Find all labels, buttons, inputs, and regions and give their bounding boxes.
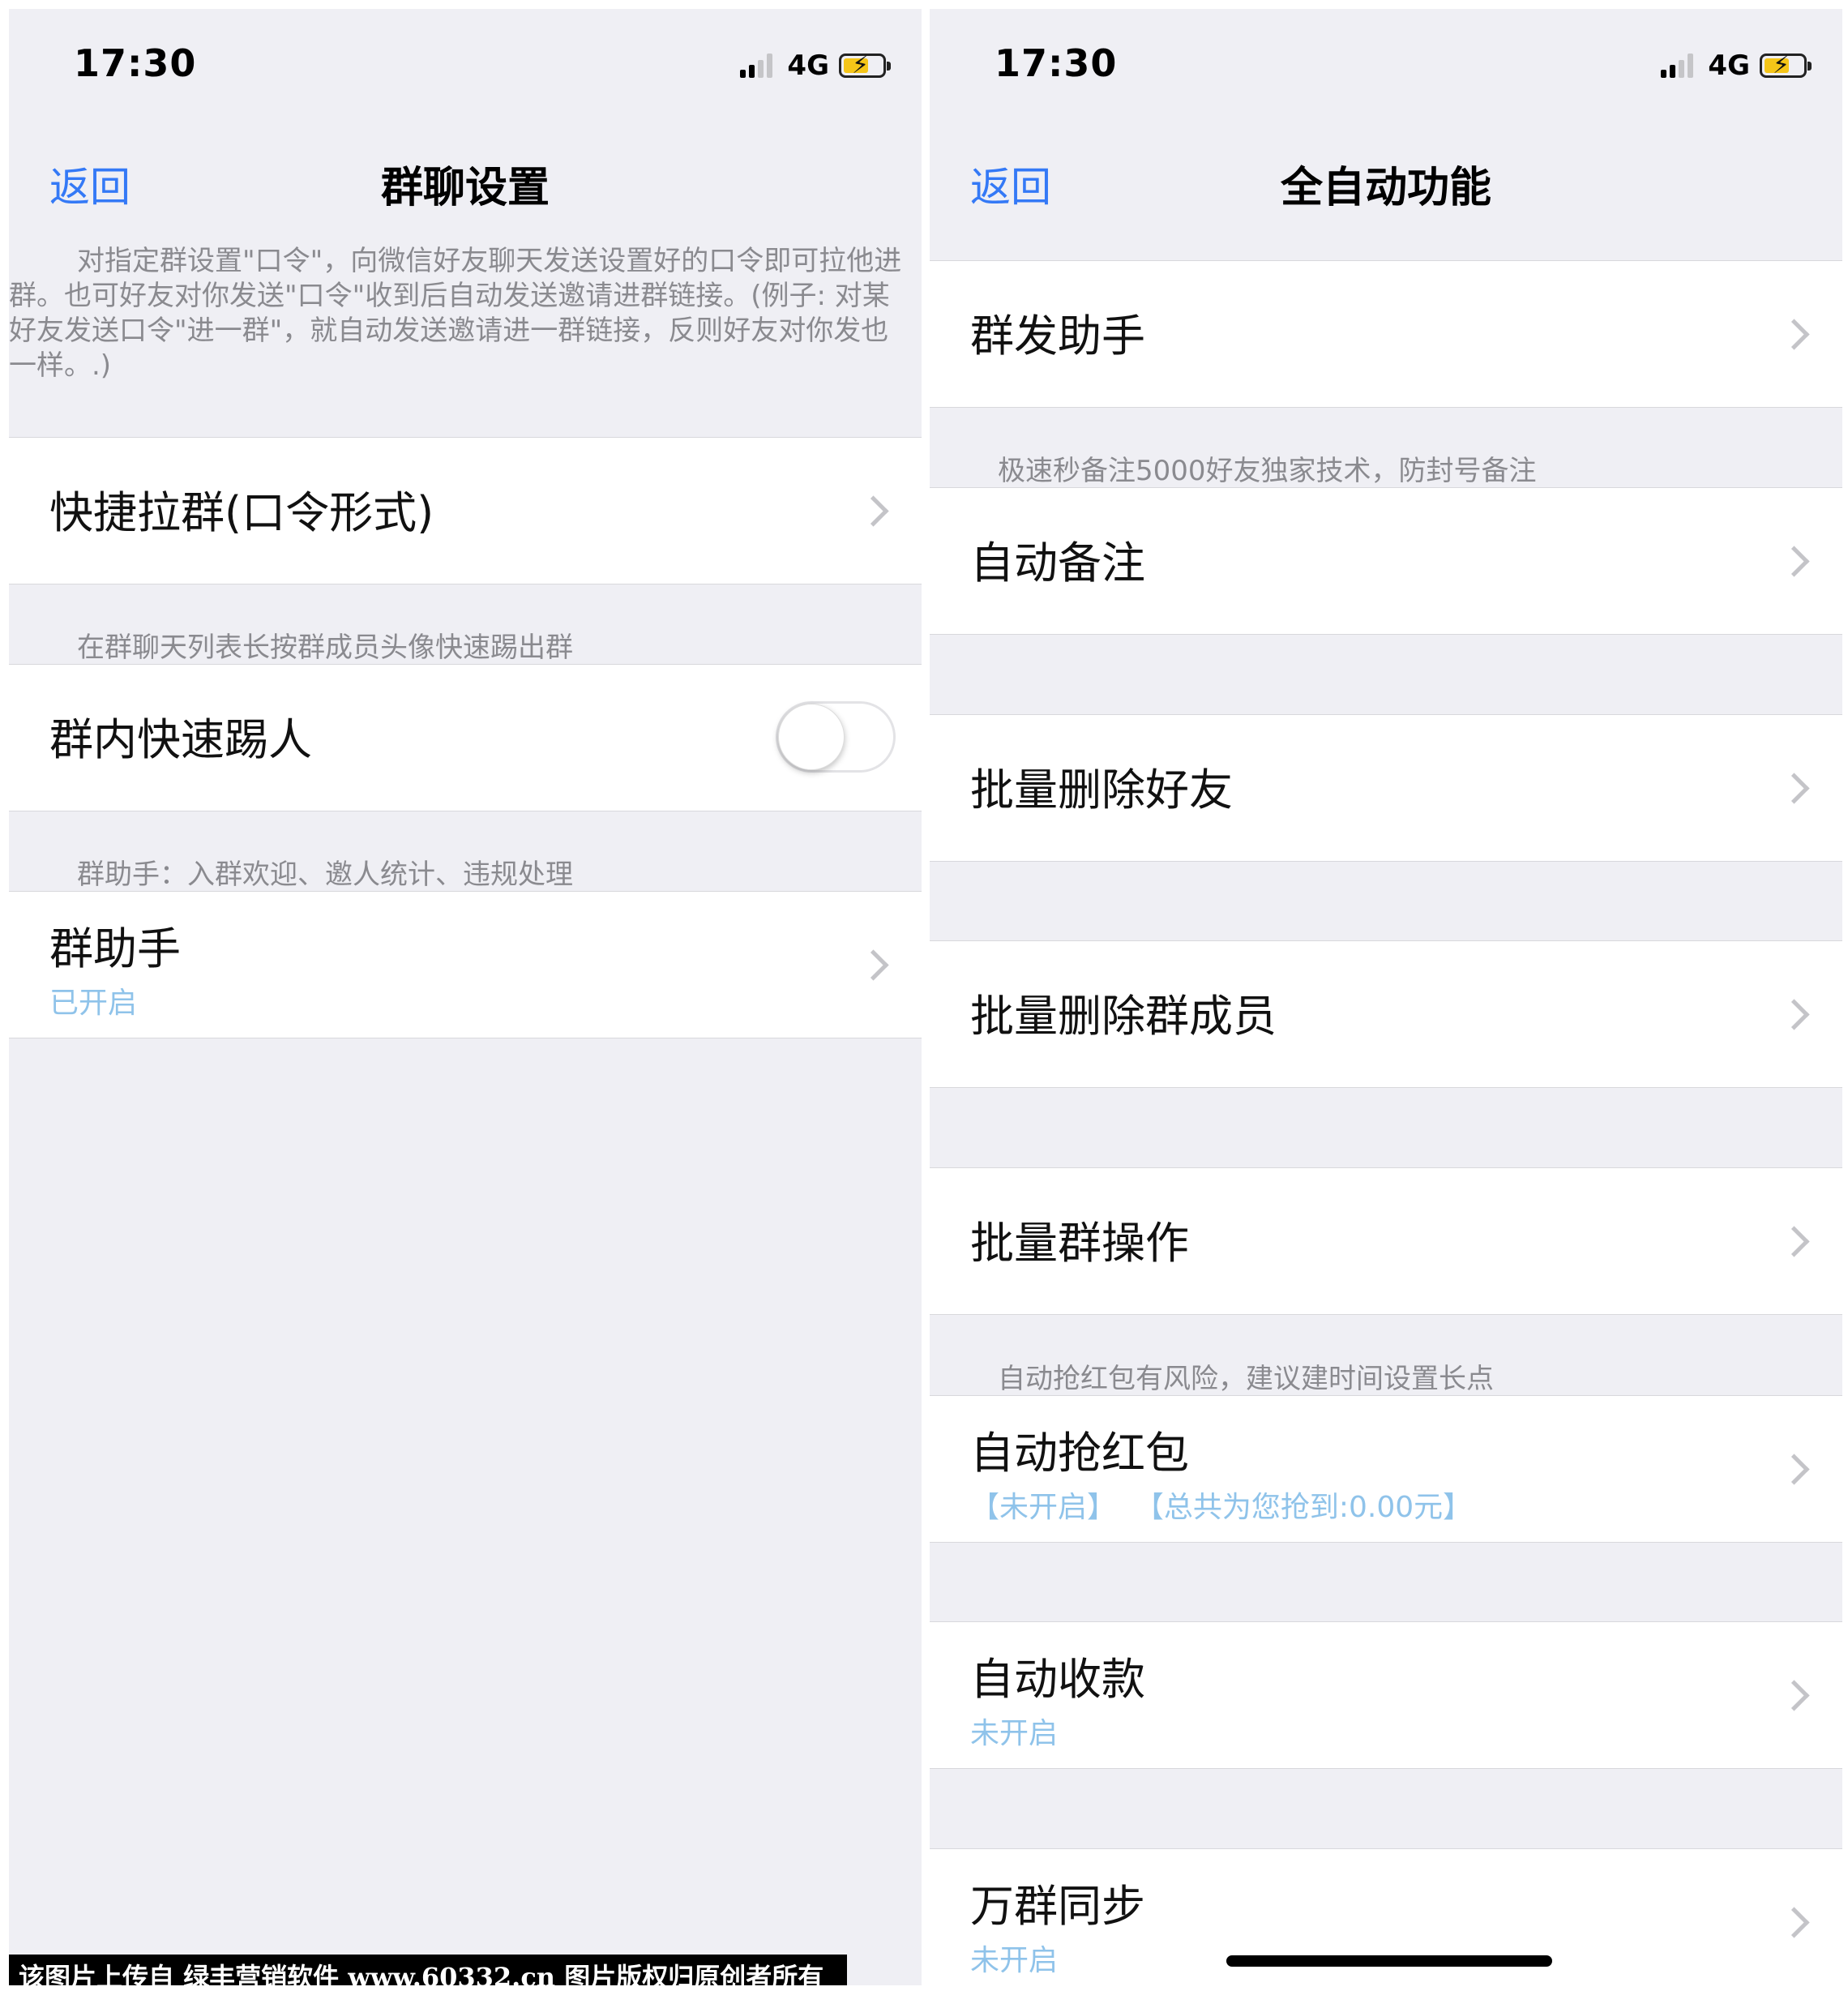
home-indicator[interactable]: [1226, 1955, 1552, 1967]
batch-delete-members-row[interactable]: 批量删除群成员: [930, 940, 1842, 1088]
auto-collect-label: 自动收款: [970, 1654, 1145, 1705]
group-helper-status: 已开启: [49, 987, 138, 1020]
red-packet-note: 自动抢红包有风险，建议建时间设置长点: [998, 1363, 1494, 1395]
page-title: 全自动功能: [1280, 164, 1491, 212]
group-helper-row[interactable]: 群助手 已开启: [9, 891, 922, 1038]
description-text: 对指定群设置"口令"，向微信好友聊天发送设置好的口令即可拉他进群。也可好友对你发…: [9, 245, 902, 382]
network-type: 4G: [1708, 49, 1750, 82]
batch-delete-friends-row[interactable]: 批量删除好友: [930, 714, 1842, 862]
chevron-right-icon: [1778, 999, 1810, 1030]
chevron-right-icon: [1778, 319, 1810, 350]
quick-pull-group-row[interactable]: 快捷拉群(口令形式): [9, 437, 922, 584]
kick-section-note: 在群聊天列表长按群成员头像快速踢出群: [77, 632, 573, 664]
chevron-right-icon: [1778, 1454, 1810, 1485]
batch-delete-friends-label: 批量删除好友: [970, 764, 1233, 816]
chevron-right-icon: [1778, 546, 1810, 577]
group-sync-label: 万群同步: [970, 1881, 1145, 1932]
battery-charging-icon: ⚡: [839, 52, 891, 79]
battery-charging-icon: ⚡: [1760, 52, 1812, 79]
auto-collect-row[interactable]: 自动收款 未开启: [930, 1621, 1842, 1769]
auto-remark-note: 极速秒备注5000好友独家技术，防封号备注: [998, 455, 1537, 487]
group-command-description: 对指定群设置"口令"，向微信好友聊天发送设置好的口令即可拉他进群。也可好友对你发…: [9, 244, 922, 383]
chevron-right-icon: [858, 495, 889, 527]
chevron-right-icon: [858, 949, 889, 981]
group-helper-label: 群助手: [49, 923, 181, 974]
batch-group-ops-label: 批量群操作: [970, 1218, 1189, 1269]
status-bar: 17:30 4G ⚡: [930, 9, 1842, 122]
auto-remark-label: 自动备注: [970, 537, 1145, 589]
status-indicators: 4G ⚡: [740, 49, 891, 82]
quick-kick-label: 群内快速踢人: [49, 714, 312, 765]
status-time: 17:30: [995, 41, 1118, 85]
helper-section-note: 群助手：入群欢迎、邀人统计、违规处理: [77, 858, 573, 891]
auto-red-packet-row[interactable]: 自动抢红包 【未开启】 【总共为您抢到:0.00元】: [930, 1395, 1842, 1543]
mass-send-label: 群发助手: [970, 310, 1145, 362]
mass-send-row[interactable]: 群发助手: [930, 260, 1842, 408]
signal-icon: [1661, 54, 1696, 78]
batch-group-ops-row[interactable]: 批量群操作: [930, 1167, 1842, 1315]
navigation-bar: 返回 群聊设置: [9, 122, 922, 233]
status-bar: 17:30 4G ⚡: [9, 9, 922, 122]
quick-kick-row: 群内快速踢人: [9, 664, 922, 811]
chevron-right-icon: [1778, 1907, 1810, 1938]
watermark-banner: 该图片上传自 绿丰营销软件 www.60332.cn 图片版权归原创者所有: [9, 1955, 847, 1985]
group-sync-status: 未开启: [970, 1944, 1059, 1977]
auto-collect-status: 未开启: [970, 1717, 1059, 1750]
status-time: 17:30: [74, 41, 197, 85]
auto-red-packet-status: 【未开启】 【总共为您抢到:0.00元】: [970, 1491, 1473, 1524]
page-title: 群聊设置: [380, 164, 550, 212]
chevron-right-icon: [1778, 1226, 1810, 1257]
chevron-right-icon: [1778, 773, 1810, 804]
toggle-knob: [778, 704, 845, 770]
left-screen: 17:30 4G ⚡ 返回 群聊设置 对指定群设置"口令"，向微信好友聊天发送设…: [9, 9, 922, 1985]
navigation-bar: 返回 全自动功能: [930, 122, 1842, 233]
right-screen: 17:30 4G ⚡ 返回 全自动功能 群发助手 极速秒备注5000好友独家技术…: [930, 9, 1842, 1985]
quick-kick-toggle[interactable]: [776, 701, 896, 773]
batch-delete-members-label: 批量删除群成员: [970, 991, 1277, 1042]
status-indicators: 4G ⚡: [1661, 49, 1812, 82]
chevron-right-icon: [1778, 1680, 1810, 1711]
auto-red-packet-label: 自动抢红包: [970, 1428, 1189, 1479]
auto-remark-row[interactable]: 自动备注: [930, 487, 1842, 635]
signal-icon: [740, 54, 776, 78]
quick-pull-group-label: 快捷拉群(口令形式): [49, 487, 434, 538]
network-type: 4G: [787, 49, 829, 82]
